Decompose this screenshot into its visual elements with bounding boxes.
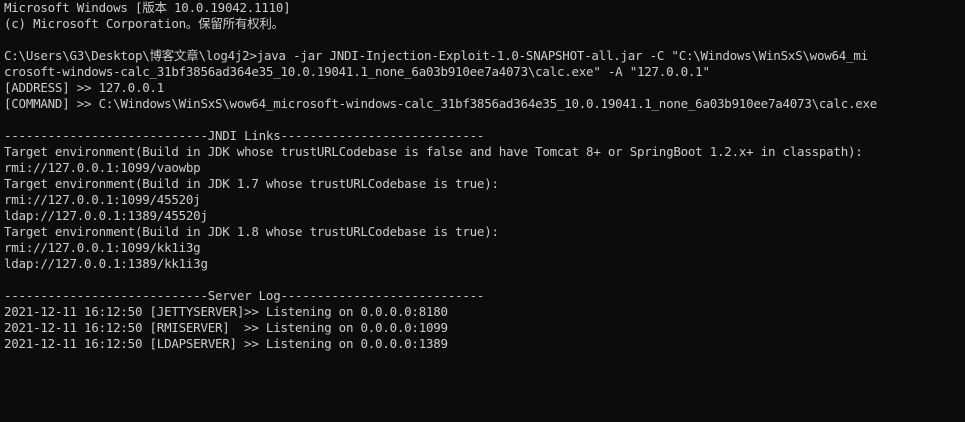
console-line-target-env-jdk17: Target environment(Build in JDK 1.7 whos… bbox=[4, 176, 499, 191]
console-line-version: Microsoft Windows [版本 10.0.19042.1110] bbox=[4, 0, 291, 15]
console-line-log-rmi: 2021-12-11 16:12:50 [RMISERVER] >> Liste… bbox=[4, 320, 448, 335]
console-line-address: [ADDRESS] >> 127.0.0.1 bbox=[4, 80, 165, 95]
console-line-ldap-link: ldap://127.0.0.1:1389/45520j bbox=[4, 208, 208, 223]
console-line-copyright: (c) Microsoft Corporation。保留所有权利。 bbox=[4, 16, 284, 31]
console-line-log-jetty: 2021-12-11 16:12:50 [JETTYSERVER]>> List… bbox=[4, 304, 448, 319]
console-line-command-prompt: C:\Users\G3\Desktop\博客文章\log4j2>java -ja… bbox=[4, 48, 868, 63]
console-line-target-env-jdk18: Target environment(Build in JDK 1.8 whos… bbox=[4, 224, 499, 239]
console-line-ldap-link: ldap://127.0.0.1:1389/kk1i3g bbox=[4, 256, 208, 271]
console-line-target-env-generic: Target environment(Build in JDK whose tr… bbox=[4, 144, 863, 159]
console-line-jndi-links-header: ----------------------------JNDI Links--… bbox=[4, 128, 485, 143]
console-line-command-continuation: crosoft-windows-calc_31bf3856ad364e35_10… bbox=[4, 64, 710, 79]
console-line-command: [COMMAND] >> C:\Windows\WinSxS\wow64_mic… bbox=[4, 96, 878, 111]
console-line-server-log-header: ----------------------------Server Log--… bbox=[4, 288, 485, 303]
console-output[interactable]: Microsoft Windows [版本 10.0.19042.1110] (… bbox=[4, 0, 962, 422]
console-line-rmi-link: rmi://127.0.0.1:1099/kk1i3g bbox=[4, 240, 201, 255]
console-line-log-ldap: 2021-12-11 16:12:50 [LDAPSERVER] >> List… bbox=[4, 336, 448, 351]
console-line-rmi-link: rmi://127.0.0.1:1099/vaowbp bbox=[4, 160, 201, 175]
console-line-rmi-link: rmi://127.0.0.1:1099/45520j bbox=[4, 192, 201, 207]
